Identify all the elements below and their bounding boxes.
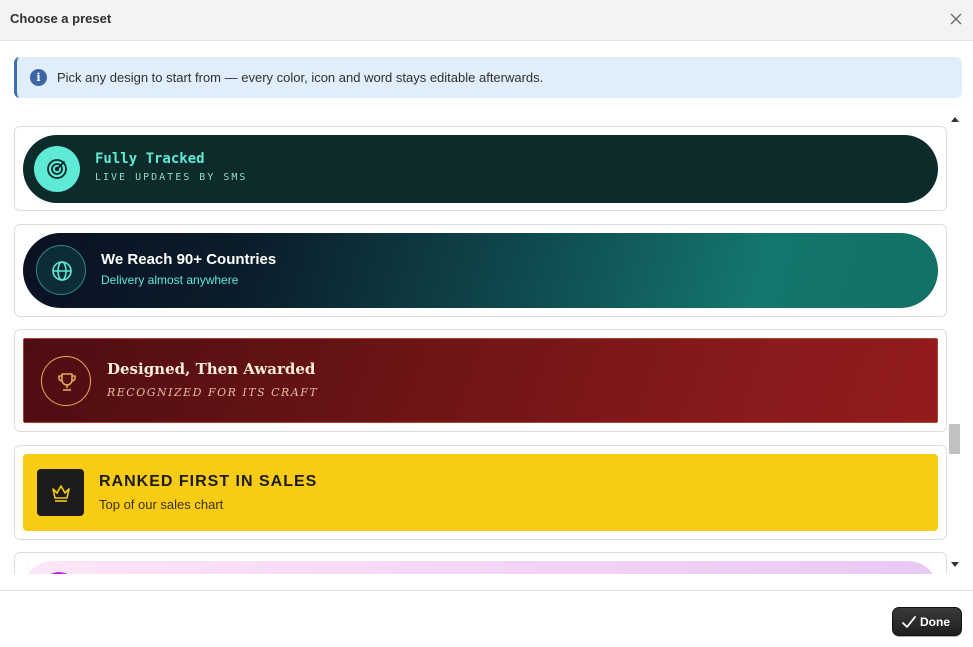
- info-banner: i Pick any design to start from — every …: [14, 57, 962, 98]
- scroll-thumb[interactable]: [949, 424, 960, 454]
- preset-subtitle: RECOGNIZED FOR ITS CRAFT: [107, 386, 319, 399]
- preset-title: We Reach 90+ Countries: [101, 251, 277, 268]
- globe-icon: [52, 261, 72, 281]
- preset-icon-badge: [37, 469, 84, 516]
- preset-subtitle: Top of our sales chart: [99, 497, 224, 512]
- preset-icon-badge: [36, 245, 86, 295]
- scroll-up-arrow-icon[interactable]: [951, 117, 959, 122]
- preset-title: Designed, Then Awarded: [107, 360, 316, 378]
- close-icon: [950, 13, 962, 25]
- preset-subtitle: LIVE UPDATES BY SMS: [95, 172, 248, 183]
- scrollbar[interactable]: [948, 114, 962, 574]
- preset-subtitle: Delivery almost anywhere: [101, 273, 239, 287]
- preset-card-partial[interactable]: [14, 552, 947, 574]
- preset-card-awarded[interactable]: Designed, Then Awarded RECOGNIZED FOR IT…: [14, 329, 947, 432]
- dialog-title: Choose a preset: [10, 11, 112, 26]
- checkmark-icon: [902, 616, 916, 628]
- preset-card-countries[interactable]: We Reach 90+ Countries Delivery almost a…: [14, 224, 947, 317]
- close-button[interactable]: [946, 9, 966, 29]
- dialog-header: Choose a preset: [0, 0, 973, 41]
- preset-icon-badge: [41, 356, 91, 406]
- preset-preview: Fully Tracked LIVE UPDATES BY SMS: [23, 135, 938, 203]
- scroll-down-arrow-icon[interactable]: [951, 562, 959, 567]
- badge-icon: [41, 572, 77, 574]
- trophy-icon: [58, 373, 76, 391]
- preset-title: RANKED FIRST IN SALES: [99, 473, 318, 490]
- crown-icon: [52, 485, 70, 502]
- preset-dialog: Choose a preset i Pick any design to sta…: [0, 0, 973, 647]
- preset-preview: Designed, Then Awarded RECOGNIZED FOR IT…: [23, 338, 938, 423]
- preset-preview: RANKED FIRST IN SALES Top of our sales c…: [23, 454, 938, 531]
- preset-title: Fully Tracked: [95, 151, 205, 167]
- preset-preview: We Reach 90+ Countries Delivery almost a…: [23, 233, 938, 308]
- done-button[interactable]: Done: [892, 607, 962, 636]
- preset-icon-badge: [34, 146, 80, 192]
- dialog-footer: Done: [0, 590, 973, 647]
- preset-card-ranked-first[interactable]: RANKED FIRST IN SALES Top of our sales c…: [14, 445, 947, 540]
- preset-list[interactable]: Fully Tracked LIVE UPDATES BY SMS We Rea…: [0, 114, 973, 574]
- done-button-label: Done: [920, 615, 950, 629]
- preset-preview: [23, 561, 938, 574]
- preset-card-fully-tracked[interactable]: Fully Tracked LIVE UPDATES BY SMS: [14, 126, 947, 211]
- info-banner-text: Pick any design to start from — every co…: [57, 70, 544, 85]
- info-icon: i: [30, 69, 47, 86]
- radar-icon: [47, 159, 67, 179]
